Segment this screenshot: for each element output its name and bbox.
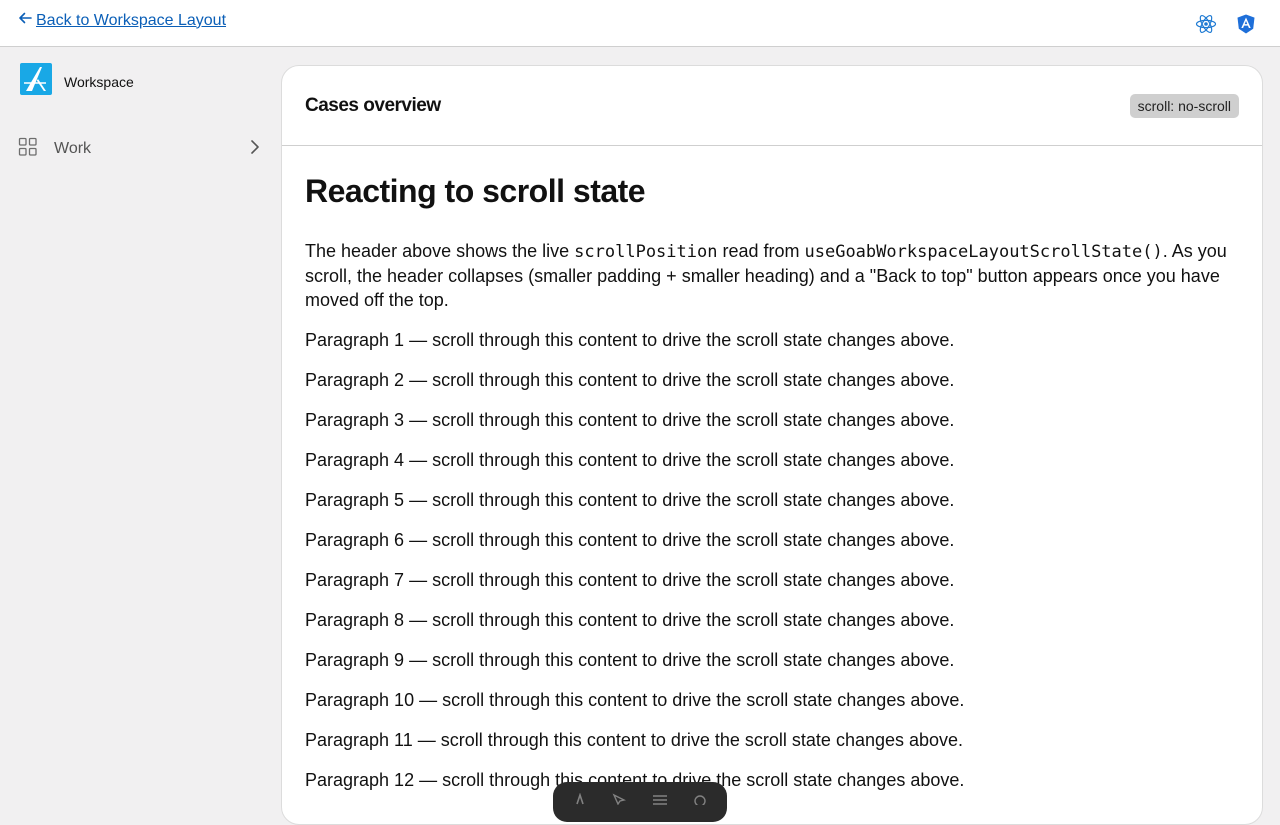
list-item: Paragraph 7 — scroll through this conten… — [305, 570, 955, 590]
intro-paragraph: The header above shows the live scrollPo… — [305, 241, 1227, 310]
section-heading: Reacting to scroll state — [305, 173, 646, 209]
workspace-name: Workspace — [64, 73, 134, 90]
astro-icon[interactable] — [571, 792, 589, 805]
page-title: Cases overview — [305, 95, 441, 116]
top-bar: Back to Workspace Layout — [0, 0, 1280, 47]
back-link-label: Back to Workspace Layout — [36, 11, 227, 29]
back-to-workspace-link[interactable]: Back to Workspace Layout — [18, 11, 226, 30]
menu-icon[interactable] — [651, 792, 669, 805]
react-icon[interactable] — [1195, 13, 1217, 35]
settings-icon[interactable] — [691, 792, 709, 807]
panel-header: Cases overview scroll: no-scroll — [282, 66, 1262, 146]
list-item: Paragraph 11 — scroll through this conte… — [305, 730, 964, 750]
list-item: Paragraph 4 — scroll through this conten… — [305, 450, 955, 470]
cursor-icon[interactable] — [611, 792, 629, 806]
grid-icon — [18, 137, 38, 162]
dev-toolbar[interactable] — [553, 782, 727, 822]
workspace-brand[interactable]: Workspace — [20, 63, 134, 100]
code-scroll-position: scrollPosition — [574, 242, 718, 262]
angular-icon[interactable] — [1235, 13, 1257, 35]
list-item: Paragraph 5 — scroll through this conten… — [305, 490, 955, 510]
arrow-left-icon — [18, 11, 32, 30]
list-item: Paragraph 10 — scroll through this conte… — [305, 690, 965, 710]
list-item: Paragraph 12 — scroll through this conte… — [305, 770, 965, 790]
sidebar-item-work[interactable]: Work — [18, 132, 262, 166]
workspace-logo-icon — [20, 63, 52, 100]
list-item: Paragraph 2 — scroll through this conten… — [305, 370, 955, 390]
list-item: Paragraph 1 — scroll through this conten… — [305, 330, 955, 350]
content-panel: Cases overview scroll: no-scroll Reactin… — [281, 65, 1263, 825]
scroll-state-badge: scroll: no-scroll — [1129, 94, 1239, 118]
list-item: Paragraph 6 — scroll through this conten… — [305, 530, 955, 550]
list-item: Paragraph 9 — scroll through this conten… — [305, 650, 955, 670]
sidebar-item-label: Work — [54, 140, 92, 157]
chevron-right-icon — [248, 139, 262, 160]
list-item: Paragraph 3 — scroll through this conten… — [305, 410, 955, 430]
list-item: Paragraph 8 — scroll through this conten… — [305, 610, 955, 630]
code-scroll-hook: useGoabWorkspaceLayoutScrollState() — [804, 242, 1163, 262]
panel-body[interactable]: Reacting to scroll state The header abov… — [282, 173, 1262, 792]
